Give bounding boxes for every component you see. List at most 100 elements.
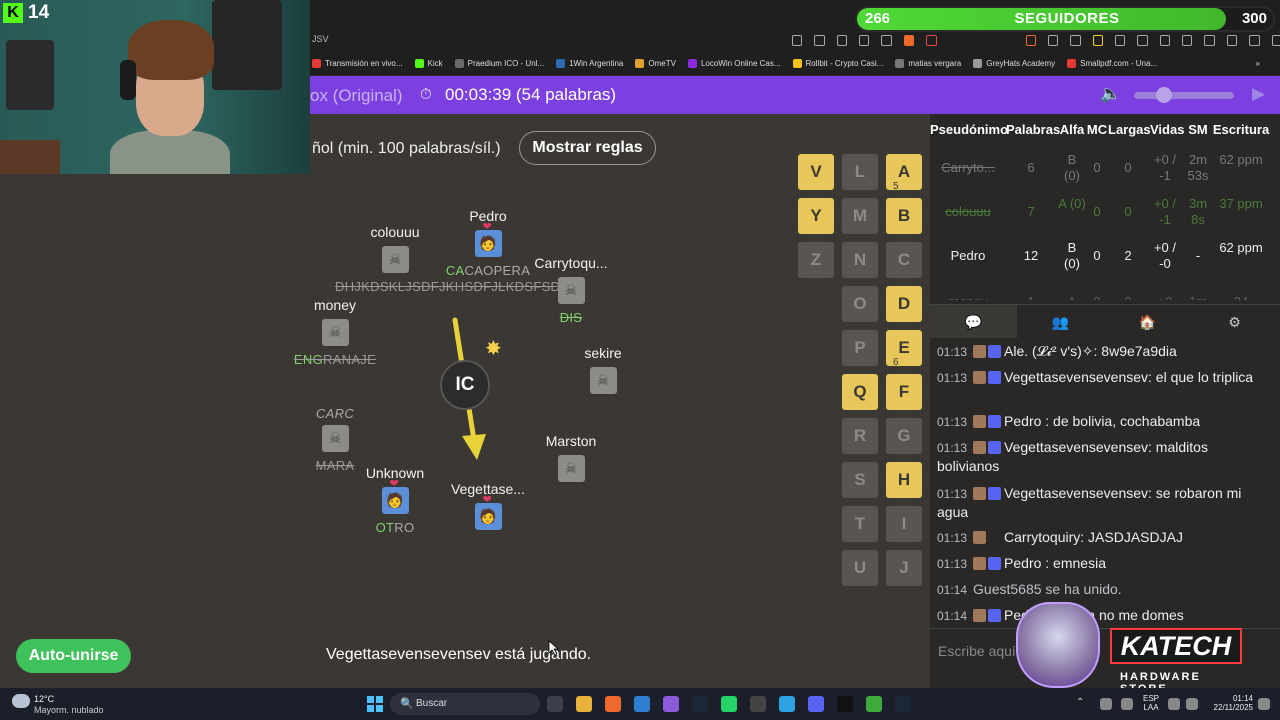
scoreboard-header: Pseudónimo Palabras Alfa MC Largas Vidas SM Esc…	[930, 122, 1280, 138]
scoreboard-column-header[interactable]: Escritura	[1210, 122, 1272, 137]
bookmark-item[interactable]: Praedium ICO - Unl...	[454, 59, 545, 68]
letter-tile-f: F	[886, 374, 922, 410]
discord-badge-icon	[988, 415, 1002, 428]
scoreboard-column-header[interactable]: Vidas	[1150, 122, 1184, 137]
hanging-shirt	[6, 40, 54, 110]
brave-shield-icon[interactable]	[903, 34, 915, 46]
bookmark-item[interactable]: 1Win Argentina	[556, 59, 623, 68]
bookmark-item[interactable]: matias vergara	[895, 59, 961, 68]
steam-icon[interactable]	[895, 696, 911, 712]
message-author[interactable]: Vegettasevensevensev	[1004, 439, 1148, 455]
show-rules-button[interactable]: Mostrar reglas	[519, 131, 656, 165]
message-author[interactable]: Vegettasevensevensev	[1004, 369, 1148, 385]
score-cell-words: 6	[1027, 160, 1035, 175]
whatsapp-icon[interactable]	[721, 696, 737, 712]
address-bar[interactable]: JSV	[312, 34, 329, 44]
steam-icon[interactable]	[692, 696, 708, 712]
tile-letter: P	[854, 338, 866, 357]
extension-icon[interactable]	[1092, 34, 1104, 46]
extension-icon[interactable]	[1137, 34, 1148, 46]
extension-icon[interactable]	[1115, 34, 1126, 46]
task-view-icon[interactable]	[547, 696, 563, 712]
player-name: Carrytoqu...	[534, 255, 608, 271]
score-cell-lives: +0	[1150, 294, 1180, 300]
bookmark-label: Praedium ICO - Unl...	[467, 59, 545, 68]
alert-icon[interactable]	[926, 34, 937, 46]
chevron-up-icon[interactable]: ⌃	[1076, 697, 1090, 711]
media-icon[interactable]	[1182, 34, 1193, 46]
scoreboard-column-header[interactable]: Palabras	[1006, 122, 1060, 137]
file-explorer-icon[interactable]	[576, 696, 592, 712]
wifi-icon[interactable]	[1168, 698, 1180, 710]
windows-start-icon[interactable]	[367, 696, 383, 712]
extension-icon[interactable]	[1070, 34, 1081, 46]
vpn-icon[interactable]	[1249, 34, 1260, 46]
bookmark-item[interactable]: Rollbit - Crypto Casi...	[792, 59, 883, 68]
weather-cloud-icon[interactable]	[12, 694, 30, 708]
more-bookmarks-icon[interactable]: »	[1256, 59, 1260, 68]
scoreboard-column-header[interactable]: Largas	[1108, 122, 1151, 137]
settings-tab-icon[interactable]: ⚙	[1191, 305, 1278, 339]
bookmark-item[interactable]: GreyHats Academy	[973, 59, 1055, 68]
message-author[interactable]: Ale. (𝓛𝓲² v's)✧	[1004, 343, 1093, 359]
speaker-icon[interactable]	[1186, 698, 1198, 710]
vscode-icon[interactable]	[634, 696, 650, 712]
extension-icon[interactable]	[1047, 34, 1059, 46]
volume-slider-knob[interactable]	[1156, 87, 1172, 103]
volume-icon[interactable]: 🔈	[1100, 84, 1121, 104]
scoreboard-column-header[interactable]: SM	[1186, 122, 1210, 137]
zoom-icon[interactable]	[836, 34, 848, 46]
players-tab-icon[interactable]: 👥	[1017, 305, 1104, 339]
tiktok-icon[interactable]	[837, 696, 853, 712]
minecraft-icon[interactable]	[866, 696, 882, 712]
telegram-icon[interactable]	[779, 696, 795, 712]
share-icon[interactable]	[859, 34, 870, 46]
notification-bell-icon[interactable]	[1258, 698, 1270, 710]
discord-icon[interactable]	[808, 696, 824, 712]
bookmark-favicon-icon	[454, 59, 464, 68]
extension-icon[interactable]	[1159, 34, 1171, 46]
tile-letter: M	[852, 206, 868, 225]
letter-tile-j: J	[886, 550, 922, 586]
volume-slider[interactable]	[1134, 92, 1234, 99]
play-icon[interactable]: ▶	[1252, 84, 1265, 104]
chat-tab-icon[interactable]: 💬	[930, 305, 1017, 339]
letter-tile-v: V	[798, 154, 834, 190]
system-clock[interactable]: 01:14 22/11/2025	[1203, 694, 1253, 712]
bookmark-item[interactable]: LocoWin Online Cas...	[687, 59, 781, 68]
bookmark-item[interactable]: Smallpdf.com - Una...	[1067, 59, 1157, 68]
auto-join-button[interactable]: Auto-unirse	[16, 639, 131, 673]
weather-description[interactable]: Mayorm. nublado	[34, 705, 104, 715]
extension-icon[interactable]	[1025, 34, 1036, 46]
keyboard-language[interactable]: ESP LAA	[1143, 694, 1159, 712]
bookmark-item[interactable]: Transmisión en vivo...	[312, 59, 403, 68]
bookmark-favicon-icon	[556, 59, 566, 68]
app-icon[interactable]	[750, 696, 766, 712]
menu-icon[interactable]	[1271, 34, 1280, 46]
word-prefix: OT	[375, 520, 395, 535]
mic-icon[interactable]	[1121, 698, 1133, 710]
message-author[interactable]: Pedro	[1004, 555, 1041, 571]
weather-temperature[interactable]: 12°C	[34, 694, 54, 704]
bookmark-item[interactable]: Kick	[414, 59, 443, 68]
obs-app-icon[interactable]	[663, 696, 679, 712]
network-icon[interactable]	[1100, 698, 1112, 710]
scoreboard-column-header[interactable]: MC	[1086, 122, 1108, 137]
clock-time: 01:14	[1232, 694, 1253, 703]
scoreboard-column-header[interactable]: Alfa	[1058, 122, 1086, 137]
message-author[interactable]: Carrytoquiry	[1004, 529, 1080, 545]
cast-icon[interactable]	[792, 34, 803, 46]
bookmark-item[interactable]: OmeTV	[635, 59, 676, 68]
room-tab-icon[interactable]: 🏠	[1104, 305, 1191, 339]
bookmark-star-icon[interactable]	[881, 34, 892, 46]
translate-icon[interactable]	[814, 34, 825, 46]
message-author[interactable]: Pedro	[1004, 413, 1041, 429]
sidebar-icon[interactable]	[1204, 34, 1215, 46]
chat-message: 01:13 Vegettasevensevensev: el que lo tri…	[937, 368, 1267, 387]
wallet-icon[interactable]	[1226, 34, 1238, 46]
scoreboard-column-header[interactable]: Pseudónimo	[930, 122, 1008, 137]
message-author[interactable]: Vegettasevensevensev	[1004, 485, 1148, 501]
taskbar-search[interactable]: 🔍 Buscar	[390, 693, 540, 715]
message-time: 01:13	[937, 345, 968, 359]
brave-browser-icon[interactable]	[605, 696, 621, 712]
